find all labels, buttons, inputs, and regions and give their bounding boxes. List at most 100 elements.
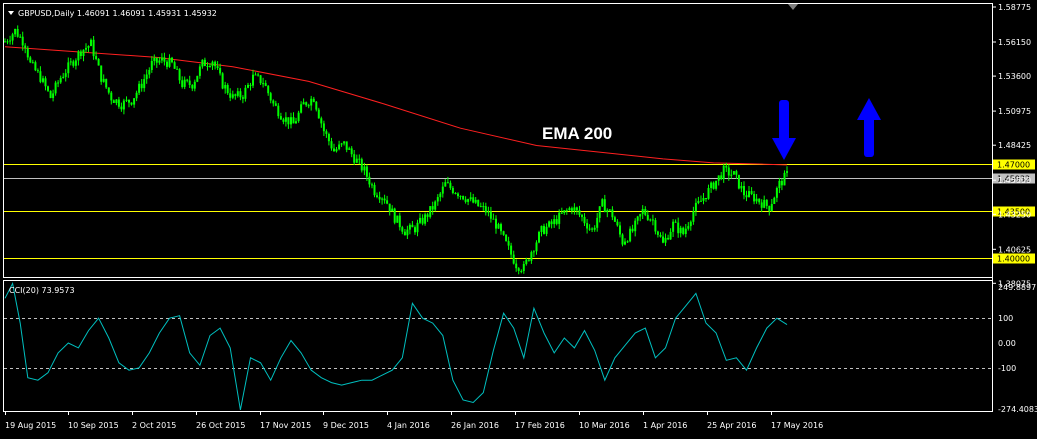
candle-body [459, 195, 462, 197]
candle-body [548, 221, 551, 227]
candle-body [570, 208, 573, 211]
candle-body [763, 199, 766, 208]
cci-tick-label: -100 [998, 364, 1016, 373]
candle-body [9, 40, 12, 42]
candle-body [515, 263, 518, 269]
candle-body [368, 176, 371, 185]
candle-body [67, 62, 70, 74]
candle-body [495, 218, 497, 229]
candle-body [353, 154, 356, 163]
candle-body [277, 105, 280, 117]
candle-body [335, 149, 338, 152]
candle-body [130, 102, 133, 105]
candle-body [221, 73, 224, 89]
candle-body [768, 205, 771, 212]
candle-body [507, 241, 510, 246]
candle-body [603, 199, 606, 213]
candle-body [176, 68, 179, 70]
candle-body [414, 227, 416, 233]
cci-line [4, 281, 788, 410]
candle-body [664, 237, 667, 243]
candle-body [575, 207, 578, 211]
candle-body [391, 208, 394, 212]
candle-body [282, 119, 285, 122]
candle-body [358, 158, 361, 160]
x-tick-label: 19 Aug 2015 [5, 421, 56, 430]
candle-body [348, 148, 351, 150]
candle-body [312, 98, 315, 102]
candle-body [505, 234, 508, 242]
candle-body [254, 74, 257, 76]
candle-body [158, 60, 161, 63]
candle-body [160, 57, 163, 61]
candle-body [753, 194, 756, 202]
candle-body [555, 219, 558, 224]
candle-body [674, 221, 677, 223]
down-arrow-icon [772, 100, 796, 160]
candle-body [545, 226, 548, 234]
candle-body [755, 198, 758, 202]
candle-body [621, 234, 624, 245]
candle-body [272, 100, 275, 104]
candle-body [778, 180, 781, 188]
candle-body [122, 100, 125, 110]
candle-body [649, 219, 652, 221]
candle-body [697, 201, 700, 203]
candle-body [11, 34, 14, 41]
candle-body [115, 99, 118, 103]
candle-body [444, 182, 447, 187]
candle-body [601, 199, 604, 207]
candle-body [386, 200, 389, 204]
ema-200-line [4, 46, 788, 166]
up-arrow-icon [857, 98, 881, 157]
candle-body [198, 66, 201, 76]
candle-body [492, 218, 495, 220]
candle-body [401, 227, 404, 232]
candle-body [196, 75, 199, 82]
candle-body [388, 203, 391, 212]
candle-body [616, 221, 619, 226]
candle-body [140, 83, 143, 89]
candle-body [765, 199, 768, 206]
candle-body [203, 59, 206, 66]
candle-body [712, 182, 715, 189]
candle-body [705, 198, 707, 199]
candle-body [469, 197, 472, 200]
candle-body [74, 60, 77, 66]
candle-body [224, 85, 227, 89]
candle-body [780, 180, 783, 186]
candle-body [188, 80, 191, 85]
candle-body [183, 79, 186, 87]
candle-body [411, 224, 414, 228]
candle-body [310, 98, 313, 106]
candle-body [143, 79, 146, 89]
candle-body [360, 159, 363, 171]
candle-body [135, 92, 138, 99]
candle-body [770, 204, 773, 212]
candle-body [598, 206, 601, 218]
level-tag-label-2: 1.40000 [997, 255, 1030, 264]
candle-body [133, 98, 136, 105]
candle-body [454, 193, 457, 194]
candle-body [467, 199, 470, 202]
symbol-menu-icon[interactable] [8, 11, 14, 15]
candle-body [510, 245, 513, 255]
candle-body [153, 57, 156, 61]
candle-body [702, 198, 705, 201]
chart-shift-marker[interactable] [788, 4, 798, 10]
candle-body [274, 103, 277, 106]
ema-200-label: EMA 200 [542, 124, 612, 143]
candle-body [292, 117, 295, 124]
candle-body [307, 105, 310, 107]
candle-body [654, 220, 657, 232]
candle-body [451, 187, 454, 193]
candle-body [563, 210, 566, 213]
candle-body [163, 57, 166, 62]
candle-body [639, 214, 642, 217]
candle-body [284, 117, 287, 122]
candle-body [424, 214, 427, 224]
x-tick-label: 10 Sep 2015 [68, 421, 119, 430]
candle-body [641, 209, 644, 215]
x-tick-label: 17 May 2016 [771, 421, 823, 430]
candle-body [343, 141, 346, 144]
